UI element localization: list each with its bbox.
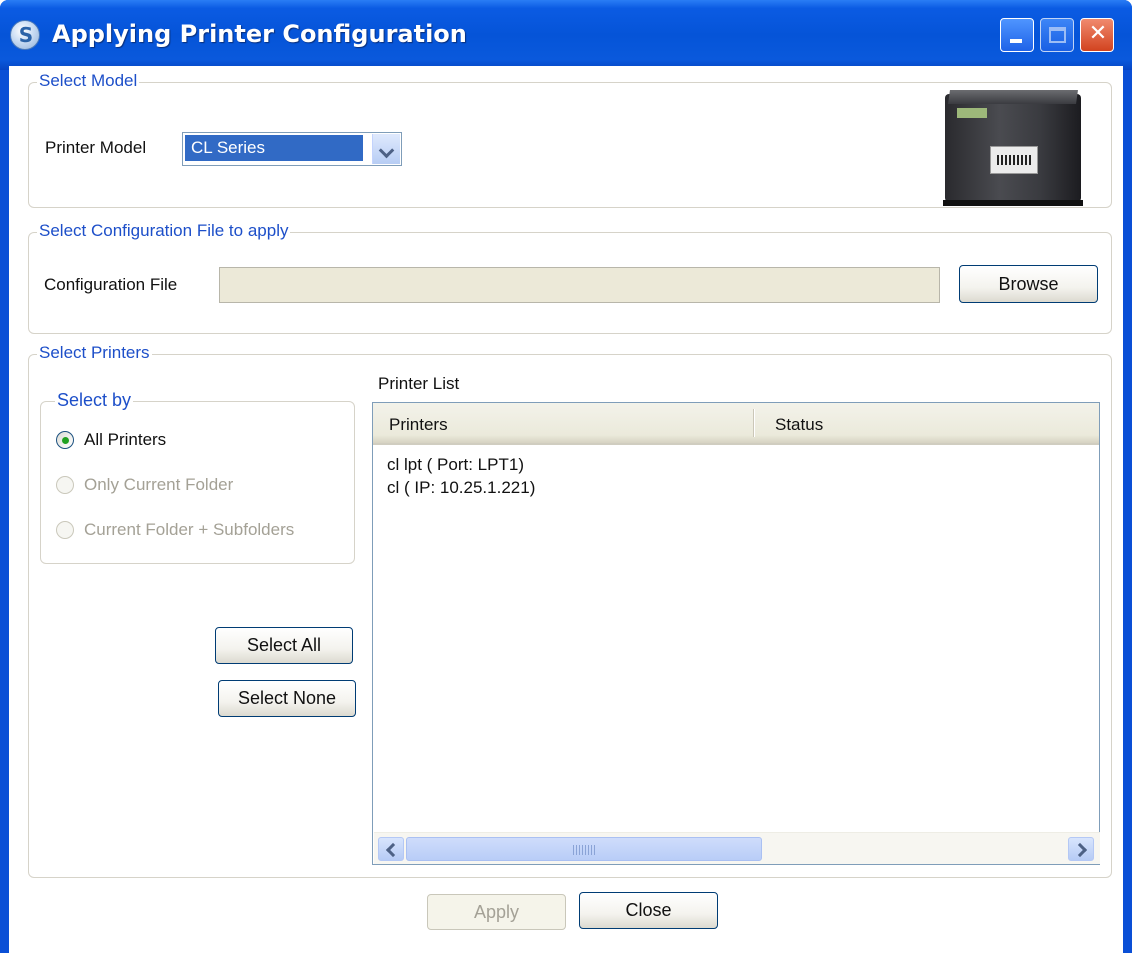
printer-list[interactable]: Printers Status cl lpt ( Port: LPT1) cl … bbox=[372, 402, 1100, 865]
chevron-down-icon[interactable] bbox=[372, 134, 400, 164]
printer-model-value: CL Series bbox=[185, 135, 363, 161]
browse-button[interactable]: Browse bbox=[959, 265, 1098, 303]
minimize-button[interactable] bbox=[1000, 18, 1034, 52]
app-logo-icon bbox=[10, 20, 41, 50]
dialog-body: Select Model Printer Model CL Series Sel… bbox=[9, 66, 1123, 953]
scrollbar-thumb[interactable] bbox=[406, 837, 762, 861]
config-file-legend: Select Configuration File to apply bbox=[37, 221, 291, 241]
column-header-status[interactable]: Status bbox=[775, 415, 823, 435]
printer-model-select[interactable]: CL Series bbox=[182, 132, 402, 166]
maximize-icon bbox=[1049, 27, 1066, 43]
radio-button[interactable] bbox=[56, 476, 74, 494]
title-bar[interactable]: Applying Printer Configuration ✕ bbox=[0, 0, 1132, 70]
radio-label: Only Current Folder bbox=[84, 475, 234, 494]
printer-list-label: Printer List bbox=[378, 374, 460, 393]
close-window-button[interactable]: ✕ bbox=[1080, 18, 1114, 52]
close-button[interactable]: Close bbox=[579, 892, 718, 929]
select-all-button[interactable]: Select All bbox=[215, 627, 353, 664]
printer-display bbox=[957, 108, 987, 118]
apply-button[interactable]: Apply bbox=[427, 894, 566, 930]
printer-top bbox=[948, 90, 1078, 104]
close-icon: ✕ bbox=[1088, 21, 1108, 46]
printer-model-label: Printer Model bbox=[45, 138, 147, 157]
list-item[interactable]: cl lpt ( Port: LPT1) bbox=[387, 455, 524, 475]
horizontal-scrollbar[interactable] bbox=[374, 832, 1100, 864]
select-model-legend: Select Model bbox=[37, 71, 140, 91]
printer-label-output bbox=[990, 146, 1038, 174]
select-by-legend: Select by bbox=[55, 390, 134, 411]
minimize-icon bbox=[1010, 39, 1022, 43]
radio-label: Current Folder + Subfolders bbox=[84, 520, 295, 539]
radio-button[interactable] bbox=[56, 431, 74, 449]
select-none-button[interactable]: Select None bbox=[218, 680, 356, 717]
app-window: Applying Printer Configuration ✕ Select … bbox=[0, 0, 1132, 953]
printer-image bbox=[935, 88, 1083, 208]
window-title: Applying Printer Configuration bbox=[52, 20, 467, 48]
column-divider[interactable] bbox=[753, 409, 755, 437]
config-file-input[interactable] bbox=[219, 267, 940, 303]
list-item[interactable]: cl ( IP: 10.25.1.221) bbox=[387, 478, 535, 498]
column-header-printers[interactable]: Printers bbox=[389, 415, 448, 435]
maximize-button[interactable] bbox=[1040, 18, 1074, 52]
grip-icon bbox=[573, 845, 597, 855]
chevron-right-icon[interactable] bbox=[1068, 837, 1094, 861]
select-printers-legend: Select Printers bbox=[37, 343, 152, 363]
radio-button[interactable] bbox=[56, 521, 74, 539]
config-file-label: Configuration File bbox=[44, 275, 178, 294]
radio-label: All Printers bbox=[84, 430, 167, 449]
list-header: Printers Status bbox=[373, 403, 1099, 445]
chevron-left-icon[interactable] bbox=[378, 837, 404, 861]
printer-base bbox=[943, 200, 1083, 206]
